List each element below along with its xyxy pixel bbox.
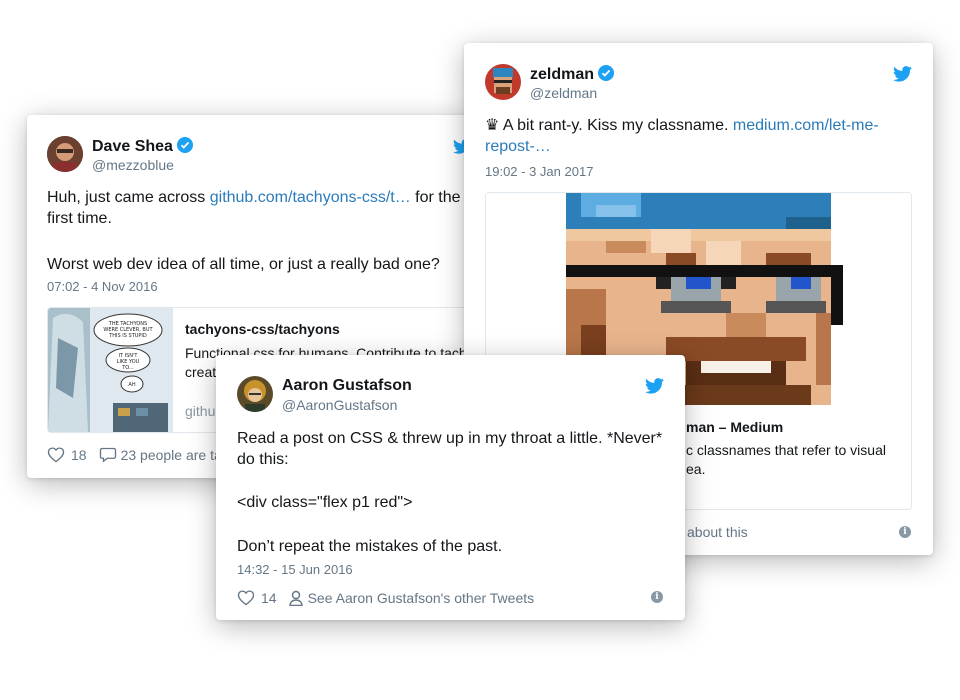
svg-text:TO...: TO...	[121, 365, 134, 371]
comment-bubble-icon	[99, 447, 116, 463]
like-button[interactable]: 14	[237, 589, 277, 606]
tweet-text-3: Don’t repeat the mistakes of the past.	[237, 538, 503, 555]
info-icon[interactable]: i	[899, 526, 911, 538]
crown-icon: ♛	[485, 117, 500, 134]
heart-icon	[237, 590, 255, 606]
twitter-bird-icon[interactable]	[645, 378, 664, 394]
like-button[interactable]: 18	[47, 446, 87, 463]
verified-badge-icon	[598, 65, 615, 81]
tweet-text: Read a post on CSS & threw up in my thro…	[237, 430, 663, 468]
author-handle[interactable]: @AaronGustafson	[282, 397, 397, 413]
svg-text:AH: AH	[128, 382, 135, 388]
tweet-actions: 14 See Aaron Gustafson's other Tweets	[237, 589, 534, 606]
tweet-card-aaron-gustafson: Aaron Gustafson @AaronGustafson Read a p…	[216, 355, 685, 620]
tweet-code-text: <div class="flex p1 red">	[237, 494, 413, 511]
verified-badge-icon	[176, 137, 193, 153]
tweet-text-2: Worst web dev idea of all time, or just …	[47, 256, 440, 273]
svg-text:THIS IS STUPID: THIS IS STUPID	[108, 333, 147, 339]
author-handle[interactable]: @mezzoblue	[92, 157, 174, 173]
other-tweets-link[interactable]: See Aaron Gustafson's other Tweets	[288, 590, 534, 606]
author-name[interactable]: zeldman	[530, 65, 615, 84]
avatar[interactable]	[485, 64, 521, 100]
twitter-bird-icon[interactable]	[893, 66, 912, 82]
heart-icon	[47, 447, 65, 463]
tweet-actions: 18 23 people are ta	[47, 446, 222, 463]
author-name[interactable]: Aaron Gustafson	[282, 377, 412, 395]
person-icon	[288, 590, 303, 606]
tweet-date[interactable]: 07:02 - 4 Nov 2016	[47, 279, 158, 294]
avatar[interactable]	[237, 376, 273, 412]
preview-title: tachyons-css/tachyons	[185, 321, 340, 337]
preview-description: c classnames that refer to visual ea.	[686, 442, 886, 477]
avatar[interactable]	[47, 136, 83, 172]
tweet-link[interactable]: github.com/tachyons-css/t…	[210, 189, 411, 206]
tweet-text: ♛ A bit rant-y. Kiss my classname. mediu…	[485, 117, 879, 155]
tweet-date[interactable]: 14:32 - 15 Jun 2016	[237, 562, 353, 577]
preview-title: man – Medium	[686, 419, 784, 435]
author-name[interactable]: Dave Shea	[92, 137, 193, 156]
talk-about-this-link[interactable]: about this	[687, 524, 748, 540]
tweet-date[interactable]: 19:02 - 3 Jan 2017	[485, 164, 593, 179]
preview-comic-image: THE TACHYONS WERE CLEVER, BUT THIS IS ST…	[48, 308, 173, 432]
tweet-text: Huh, just came across github.com/tachyon…	[47, 189, 461, 227]
reply-button[interactable]: 23 people are ta	[99, 446, 222, 463]
info-icon[interactable]: i	[651, 591, 663, 603]
author-handle[interactable]: @zeldman	[530, 85, 597, 101]
